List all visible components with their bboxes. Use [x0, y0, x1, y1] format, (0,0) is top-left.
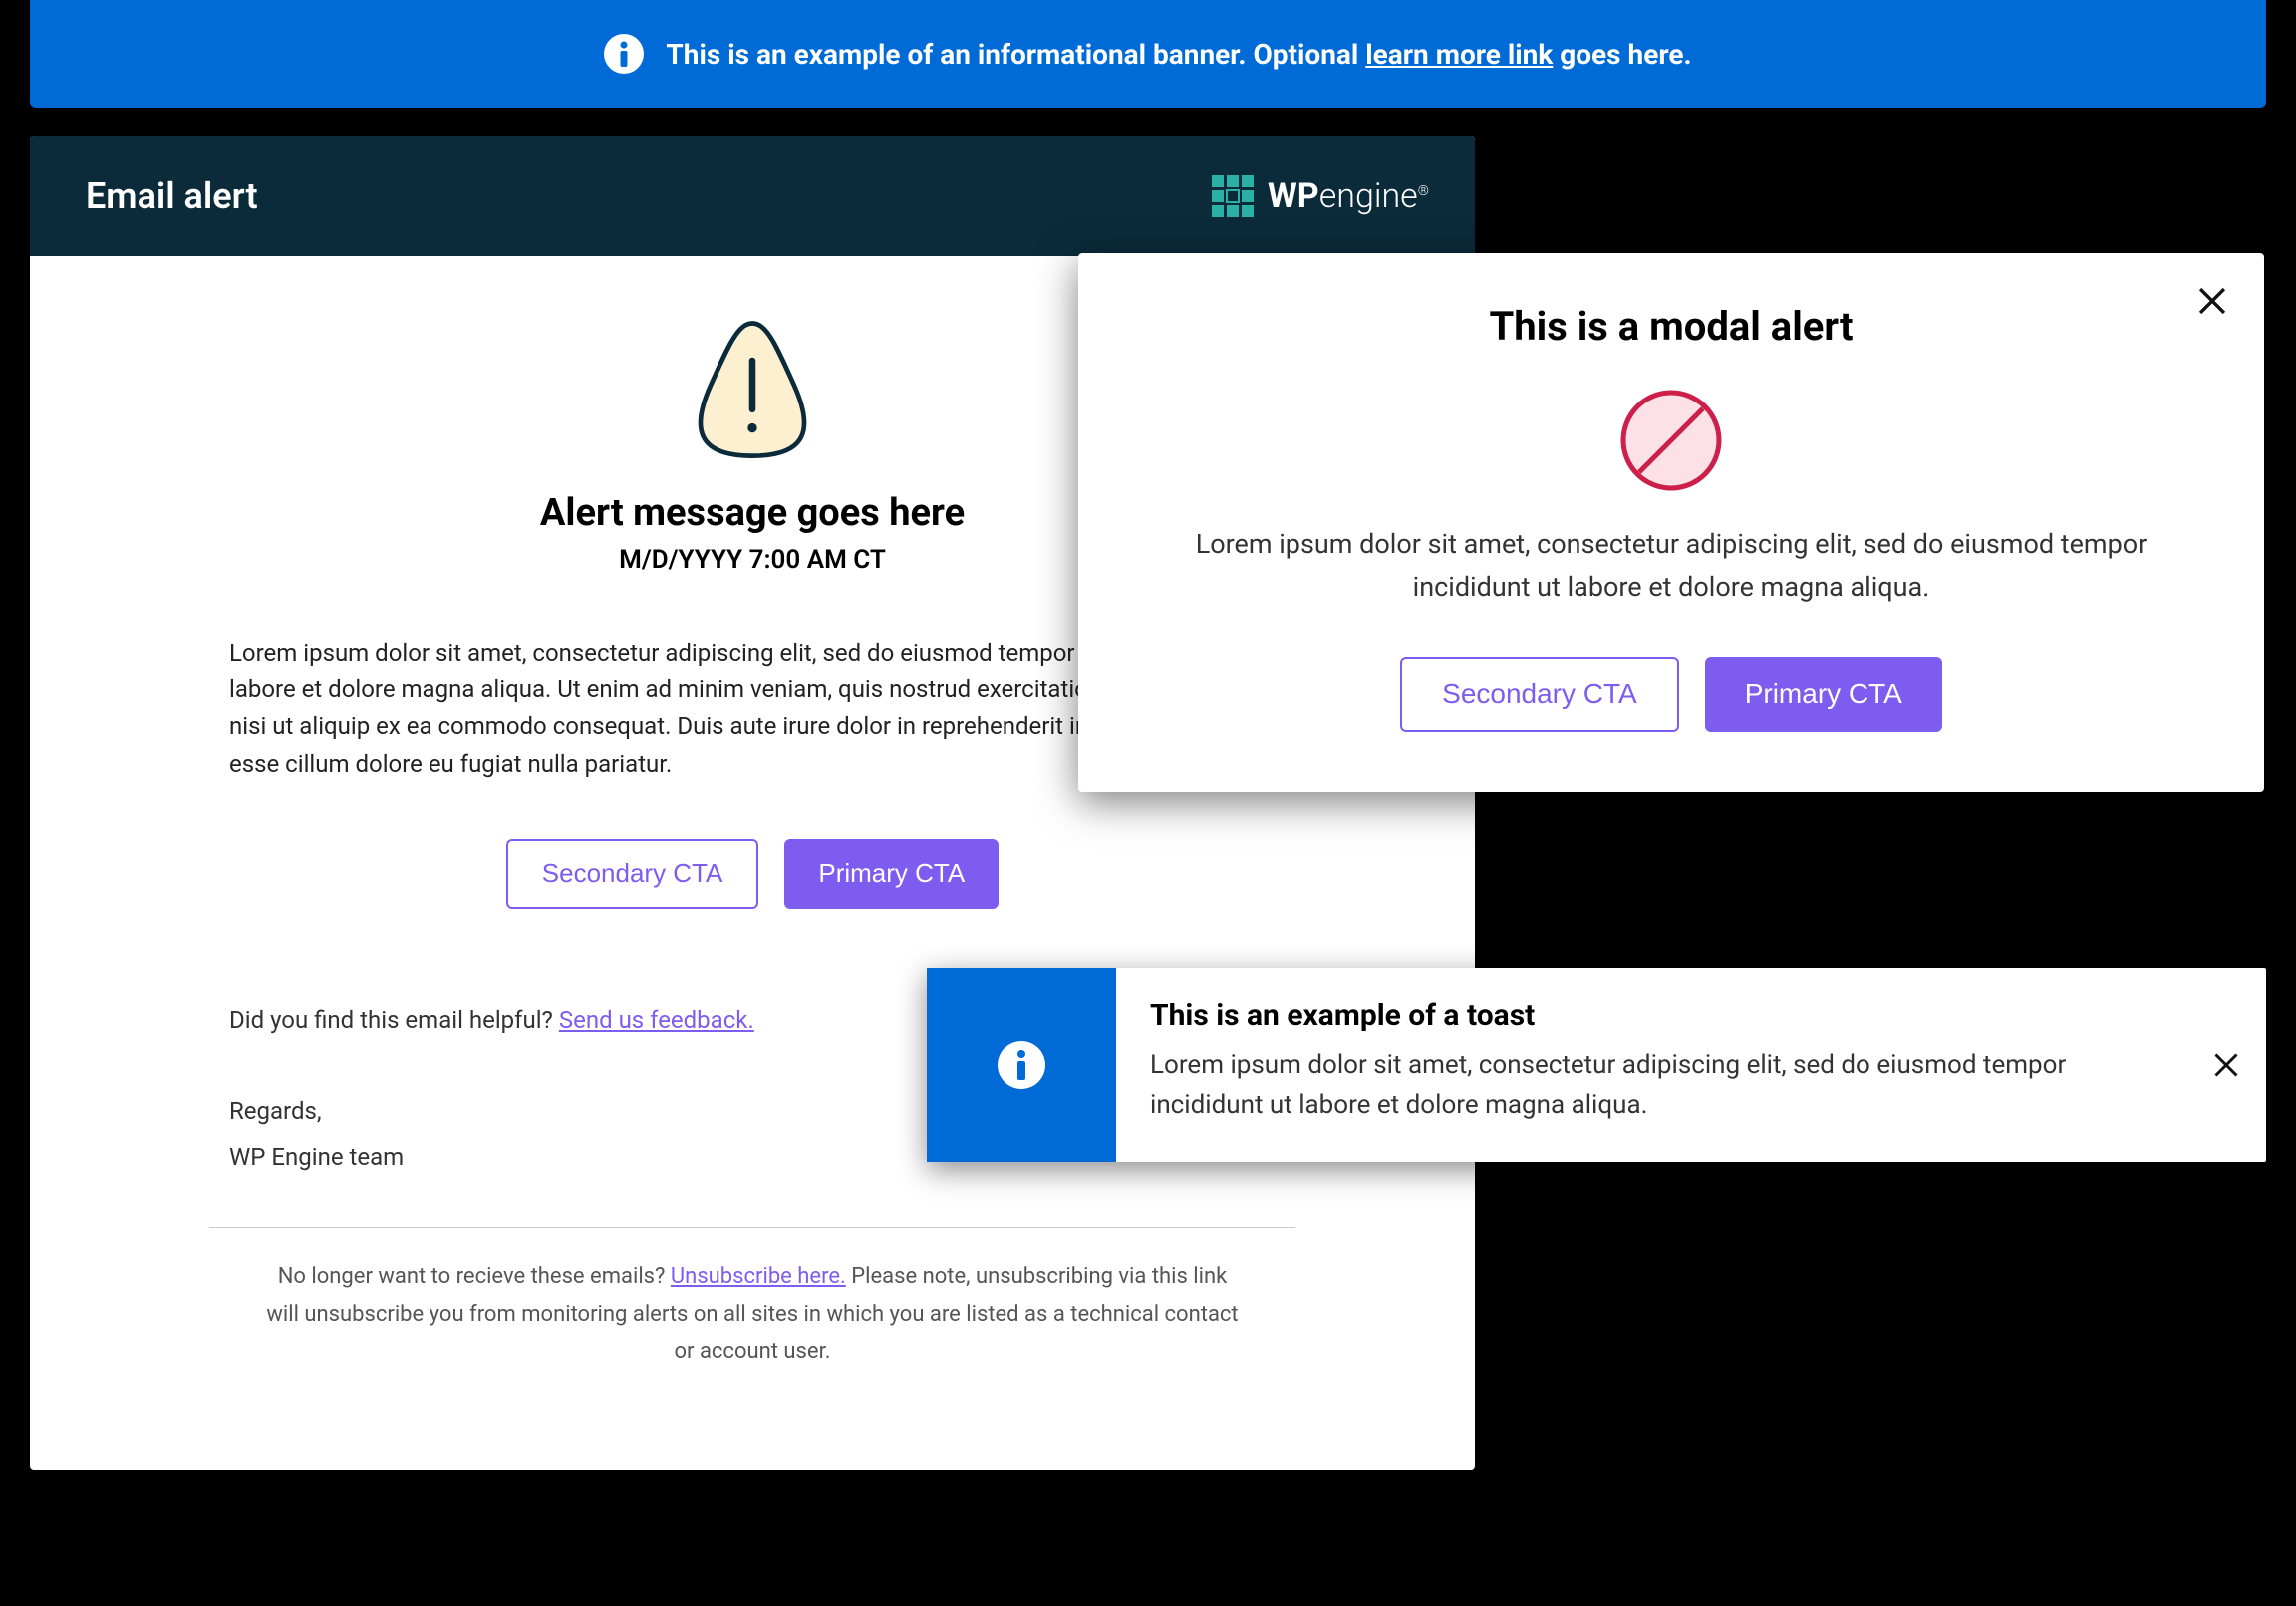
- email-feedback-link[interactable]: Send us feedback.: [559, 1006, 754, 1034]
- email-cta-row: Secondary CTA Primary CTA: [229, 839, 1276, 909]
- info-banner: This is an example of an informational b…: [30, 0, 2266, 108]
- info-icon: [604, 34, 644, 74]
- warning-icon: [678, 316, 827, 465]
- toast-title: This is an example of a toast: [1150, 998, 2152, 1033]
- modal-primary-cta-button[interactable]: Primary CTA: [1705, 657, 1942, 732]
- toast-content: This is an example of a toast Lorem ipsu…: [1116, 968, 2186, 1162]
- email-primary-cta-button[interactable]: Primary CTA: [784, 839, 999, 909]
- modal-secondary-cta-button[interactable]: Secondary CTA: [1400, 657, 1679, 732]
- prohibit-icon: [1616, 386, 1726, 495]
- modal-cta-row: Secondary CTA Primary CTA: [1138, 657, 2204, 732]
- info-icon: [998, 1041, 1045, 1089]
- wpengine-logo: WPengine®: [1212, 175, 1429, 217]
- banner-learn-more-link[interactable]: learn more link: [1365, 38, 1553, 71]
- email-header: Email alert WPengine®: [30, 136, 1475, 256]
- modal-title: This is a modal alert: [1138, 303, 2204, 350]
- banner-text: This is an example of an informational b…: [666, 38, 1691, 71]
- modal-close-button[interactable]: [2192, 281, 2232, 321]
- wpengine-mark-icon: [1212, 175, 1254, 217]
- unsubscribe-link[interactable]: Unsubscribe here.: [671, 1264, 846, 1289]
- divider: [209, 1227, 1295, 1228]
- email-secondary-cta-button[interactable]: Secondary CTA: [506, 839, 759, 909]
- email-unsubscribe: No longer want to recieve these emails? …: [229, 1258, 1276, 1410]
- toast-close-button[interactable]: [2186, 968, 2266, 1162]
- toast: This is an example of a toast Lorem ipsu…: [927, 968, 2266, 1162]
- modal-text: Lorem ipsum dolor sit amet, consectetur …: [1138, 523, 2204, 609]
- close-icon: [2195, 284, 2229, 318]
- toast-text: Lorem ipsum dolor sit amet, consectetur …: [1150, 1045, 2152, 1126]
- toast-icon-box: [927, 968, 1116, 1162]
- email-header-title: Email alert: [86, 175, 258, 217]
- close-icon: [2211, 1050, 2241, 1080]
- modal-alert: This is a modal alert Lorem ipsum dolor …: [1078, 253, 2264, 792]
